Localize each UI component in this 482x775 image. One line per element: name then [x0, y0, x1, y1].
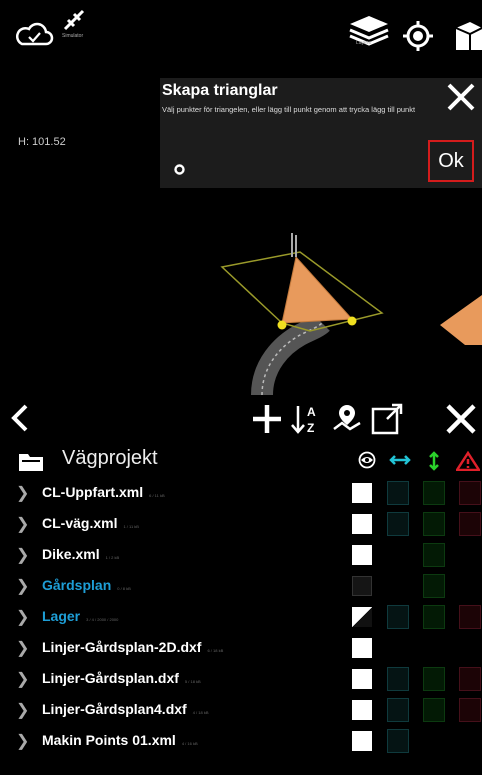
- triangle-vertex: [277, 320, 287, 330]
- close-icon[interactable]: [444, 80, 478, 114]
- layer-name: Linjer-Gårdsplan-2D.dxf 6 / 18 kB: [42, 639, 224, 655]
- visibility-checkbox[interactable]: [352, 700, 372, 720]
- visibility-icon[interactable]: [358, 451, 376, 469]
- horizontal-cell[interactable]: [387, 481, 409, 505]
- warning-cell[interactable]: [459, 605, 481, 629]
- svg-text:A: A: [307, 405, 316, 419]
- visibility-checkbox[interactable]: [352, 576, 372, 596]
- cube-icon[interactable]: [452, 20, 482, 52]
- warning-icon[interactable]: [456, 451, 480, 471]
- chevron-right-icon[interactable]: ❯: [16, 731, 29, 751]
- horizontal-cell[interactable]: [387, 667, 409, 691]
- horizontal-cell[interactable]: [387, 512, 409, 536]
- layer-row[interactable]: ❯ Makin Points 01.xml 4 / 16 kB: [0, 727, 482, 755]
- layer-row[interactable]: ❯ Linjer-Gårdsplan-2D.dxf 6 / 18 kB: [0, 634, 482, 662]
- layer-name: Dike.xml 1 / 2 kB: [42, 546, 120, 562]
- vertical-cell[interactable]: [423, 667, 445, 691]
- vertical-cell[interactable]: [423, 543, 445, 567]
- sort-az-icon[interactable]: A Z: [290, 403, 324, 435]
- warning-cell[interactable]: [459, 667, 481, 691]
- chevron-right-icon[interactable]: ❯: [16, 576, 29, 596]
- layer-size: 6 / 11 kB: [149, 493, 165, 498]
- chevron-right-icon[interactable]: ❯: [16, 700, 29, 720]
- svg-text:Z: Z: [307, 421, 314, 435]
- road-curve: [251, 314, 330, 395]
- create-triangles-dialog: Skapa trianglar Välj punkter för triange…: [160, 78, 482, 188]
- map-viewport[interactable]: Simulator Layers H: 101.52 Skapa triangl…: [0, 0, 482, 395]
- visibility-checkbox[interactable]: [352, 731, 372, 751]
- visibility-checkbox[interactable]: [352, 607, 372, 627]
- chevron-right-icon[interactable]: ❯: [16, 669, 29, 689]
- vertical-cell[interactable]: [423, 574, 445, 598]
- chevron-right-icon[interactable]: ❯: [16, 545, 29, 565]
- close-icon[interactable]: [444, 403, 478, 435]
- layer-name: Linjer-Gårdsplan4.dxf 4 / 18 kB: [42, 701, 209, 717]
- layer-name: Makin Points 01.xml 4 / 16 kB: [42, 732, 198, 748]
- layer-name: CL-Uppfart.xml 6 / 11 kB: [42, 484, 165, 500]
- triangle-vertex: [347, 316, 357, 326]
- layer-size: 4 / 16 kB: [181, 741, 198, 746]
- triangle-surface: [281, 255, 354, 324]
- horizontal-arrows-icon[interactable]: [388, 451, 412, 469]
- vertical-cell[interactable]: [423, 512, 445, 536]
- point-icon: [174, 164, 185, 175]
- vertical-cell[interactable]: [423, 481, 445, 505]
- vertical-arrows-icon[interactable]: [426, 451, 442, 471]
- layer-size: 3 / 4 / 2000 / 2000: [86, 617, 119, 622]
- folder-icon: [19, 454, 43, 471]
- chevron-right-icon[interactable]: ❯: [16, 514, 29, 534]
- warning-cell[interactable]: [459, 481, 481, 505]
- visibility-checkbox[interactable]: [352, 638, 372, 658]
- adjacent-surface: [440, 295, 482, 345]
- layer-size: 1 / 2 kB: [105, 555, 120, 560]
- layer-row[interactable]: ❯ CL-Uppfart.xml 6 / 11 kB: [0, 479, 482, 507]
- add-icon[interactable]: [250, 403, 284, 435]
- vertical-cell[interactable]: [423, 605, 445, 629]
- locate-icon[interactable]: [402, 20, 434, 52]
- dialog-title: Skapa trianglar: [162, 82, 278, 99]
- layer-name: Gårdsplan 0 / 8 kB: [42, 577, 131, 593]
- visibility-checkbox[interactable]: [352, 545, 372, 565]
- visibility-checkbox[interactable]: [352, 669, 372, 689]
- map-pin-icon[interactable]: [330, 403, 364, 435]
- layer-name: Lager 3 / 4 / 2000 / 2000: [42, 608, 119, 624]
- horizontal-cell[interactable]: [387, 729, 409, 753]
- dialog-message: Välj punkter för triangelen, eller lägg …: [162, 105, 416, 114]
- export-icon[interactable]: [370, 403, 404, 435]
- cloud-check-icon[interactable]: [14, 20, 54, 48]
- layer-name: Linjer-Gårdsplan.dxf 5 / 18 kB: [42, 670, 201, 686]
- project-panel: A Z Vägprojekt ❯ CL-Uppfart.xml 6 / 11 kB ❯…: [0, 395, 482, 775]
- layers-label: Layers: [356, 40, 372, 46]
- horizontal-cell[interactable]: [387, 605, 409, 629]
- project-title: Vägprojekt: [62, 447, 158, 469]
- layer-size: 0 / 8 kB: [117, 586, 131, 591]
- layer-row[interactable]: ❯ CL-väg.xml 1 / 11 kB: [0, 510, 482, 538]
- chevron-right-icon[interactable]: ❯: [16, 607, 29, 627]
- layer-row[interactable]: ❯ Gårdsplan 0 / 8 kB: [0, 572, 482, 600]
- layer-size: 4 / 18 kB: [192, 710, 209, 715]
- satellite-icon[interactable]: [62, 8, 86, 32]
- vertical-cell[interactable]: [423, 698, 445, 722]
- back-icon[interactable]: [8, 403, 34, 433]
- layer-row[interactable]: ❯ Linjer-Gårdsplan4.dxf 4 / 18 kB: [0, 696, 482, 724]
- horizontal-cell[interactable]: [387, 698, 409, 722]
- visibility-checkbox[interactable]: [352, 514, 372, 534]
- chevron-right-icon[interactable]: ❯: [16, 483, 29, 503]
- layer-name: CL-väg.xml 1 / 11 kB: [42, 515, 139, 531]
- layer-size: 5 / 18 kB: [184, 679, 201, 684]
- layer-size: 1 / 11 kB: [123, 524, 139, 529]
- chevron-right-icon[interactable]: ❯: [16, 638, 29, 658]
- layer-row[interactable]: ❯ Dike.xml 1 / 2 kB: [0, 541, 482, 569]
- layer-row[interactable]: ❯ Lager 3 / 4 / 2000 / 2000: [0, 603, 482, 631]
- layer-row[interactable]: ❯ Linjer-Gårdsplan.dxf 5 / 18 kB: [0, 665, 482, 693]
- scene-3d[interactable]: [0, 195, 482, 395]
- layer-size: 6 / 18 kB: [207, 648, 224, 653]
- warning-cell[interactable]: [459, 512, 481, 536]
- ok-button[interactable]: Ok: [428, 140, 474, 182]
- warning-cell[interactable]: [459, 698, 481, 722]
- mode-label: Simulator: [62, 33, 84, 39]
- height-readout: H: 101.52: [18, 136, 66, 148]
- visibility-checkbox[interactable]: [352, 483, 372, 503]
